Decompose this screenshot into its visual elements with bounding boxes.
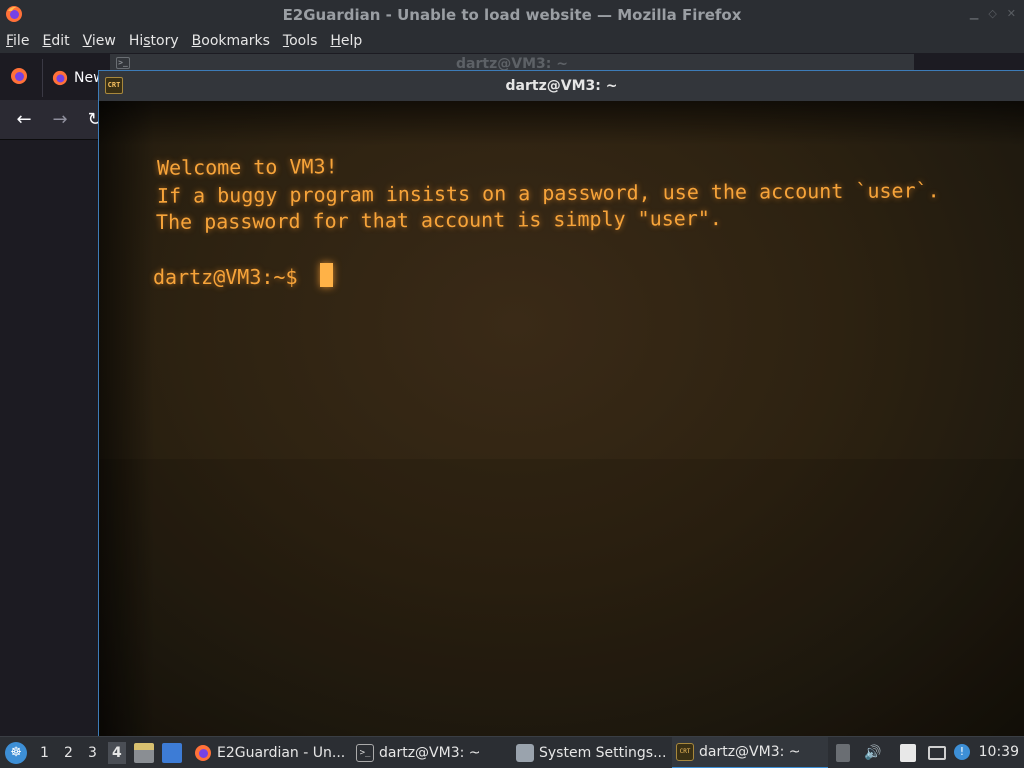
workspace-2[interactable]: 2	[64, 745, 73, 761]
terminal-screen[interactable]: Welcome to VM3! If a buggy program insis…	[99, 101, 1024, 737]
settings-icon	[516, 744, 534, 762]
task-firefox[interactable]: E2Guardian - Un...	[194, 737, 346, 768]
tab-separator	[42, 59, 43, 97]
crt-icon: CRT	[676, 743, 694, 761]
clock[interactable]: 10:39	[979, 744, 1019, 760]
volume-icon[interactable]: 🔊	[864, 745, 881, 761]
clipboard-icon[interactable]	[900, 744, 916, 762]
menu-history[interactable]: History	[129, 33, 179, 49]
firefox-view-icon[interactable]	[10, 67, 28, 85]
terminal-cursor	[320, 263, 333, 287]
terminal-line: Welcome to VM3!	[156, 154, 338, 180]
firefox-titlebar: E2Guardian - Unable to load website — Mo…	[0, 0, 1024, 29]
firefox-icon	[52, 70, 68, 86]
task-label: E2Guardian - Un...	[217, 745, 346, 761]
maximize-icon[interactable]: ◇	[988, 7, 996, 20]
window-controls: ▁ ◇ ✕	[970, 7, 1016, 20]
workspace-3[interactable]: 3	[88, 745, 97, 761]
minimize-icon[interactable]: ▁	[970, 7, 978, 20]
menu-view[interactable]: View	[83, 33, 116, 49]
terminal-icon: >_	[116, 57, 130, 69]
tab-new[interactable]: New	[52, 61, 105, 95]
terminal-line: The password for that account is simply …	[155, 206, 723, 234]
task-crt-terminal[interactable]: CRT dartz@VM3: ~	[672, 737, 828, 768]
menu-tools[interactable]: Tools	[283, 33, 318, 49]
app-launcher-icon[interactable]: ☸	[5, 742, 27, 764]
menu-file[interactable]: File	[6, 33, 29, 49]
crt-icon: CRT	[105, 77, 123, 94]
task-label: dartz@VM3: ~	[379, 745, 481, 761]
show-desktop-icon[interactable]	[162, 743, 182, 763]
network-icon[interactable]	[928, 746, 946, 760]
firefox-icon	[195, 745, 211, 761]
task-system-settings[interactable]: System Settings...	[516, 737, 666, 768]
close-icon[interactable]: ✕	[1007, 7, 1016, 20]
task-terminal[interactable]: >_ dartz@VM3: ~	[356, 737, 496, 768]
file-manager-icon[interactable]	[134, 743, 154, 763]
scroll-icon[interactable]	[836, 744, 850, 762]
arrow-right-icon[interactable]: →	[49, 109, 71, 131]
workspace-1[interactable]: 1	[40, 745, 49, 761]
task-label: dartz@VM3: ~	[699, 744, 801, 760]
terminal-prompt: dartz@VM3:~$	[153, 265, 310, 289]
window-title: E2Guardian - Unable to load website — Mo…	[282, 5, 742, 24]
notification-icon[interactable]: !	[954, 744, 970, 760]
task-label: System Settings...	[539, 745, 666, 761]
menu-edit[interactable]: Edit	[42, 33, 69, 49]
crt-terminal-window: CRT dartz@VM3: ~ Welcome to VM3! If a bu…	[98, 70, 1024, 737]
arrow-left-icon[interactable]: ←	[13, 109, 35, 131]
crt-titlebar: CRT dartz@VM3: ~	[99, 71, 1024, 101]
terminal-line: If a buggy program insists on a password…	[156, 178, 940, 208]
workspace-4[interactable]: 4	[108, 742, 126, 764]
terminal-icon: >_	[356, 744, 374, 762]
firefox-icon	[6, 6, 22, 22]
menu-bookmarks[interactable]: Bookmarks	[192, 33, 270, 49]
menubar: File Edit View History Bookmarks Tools H…	[0, 29, 1024, 53]
taskbar: ☸ 1 2 3 4 E2Guardian - Un... >_ dartz@VM…	[0, 736, 1024, 768]
menu-help[interactable]: Help	[330, 33, 362, 49]
crt-title: dartz@VM3: ~	[505, 78, 618, 94]
